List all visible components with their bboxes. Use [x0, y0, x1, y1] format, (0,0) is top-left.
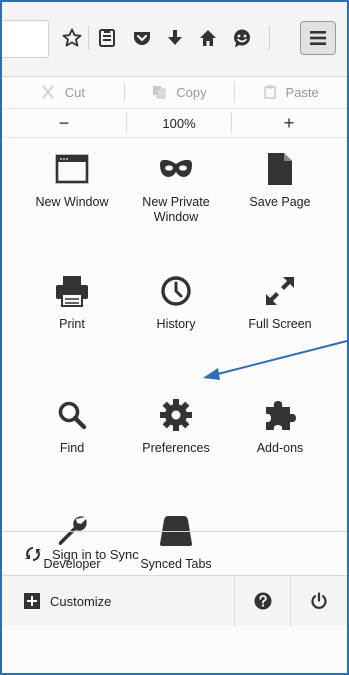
history-button[interactable]: History	[124, 269, 228, 332]
hamburger-menu-button[interactable]	[300, 21, 336, 55]
find-label: Find	[59, 441, 85, 455]
find-button[interactable]: Find	[20, 393, 124, 456]
browser-toolbar	[2, 2, 347, 77]
sync-icon	[24, 545, 42, 563]
hamburger-icon	[310, 31, 326, 45]
bookmark-star-icon[interactable]	[58, 24, 86, 52]
magnifier-icon	[58, 401, 87, 430]
puzzle-icon	[266, 401, 296, 430]
help-icon	[254, 592, 271, 610]
paste-label: Paste	[285, 84, 319, 100]
toolbar-separator	[269, 26, 270, 50]
cut-label: Cut	[64, 84, 85, 100]
new-window-button[interactable]: New Window	[20, 147, 124, 210]
plus-box-icon	[24, 593, 40, 609]
customize-footer: Customize	[2, 575, 347, 626]
sign-in-label: Sign in to Sync	[52, 546, 139, 562]
zoom-in-button[interactable]: +	[232, 109, 346, 137]
copy-icon	[153, 86, 166, 99]
fullscreen-icon	[266, 277, 294, 305]
window-icon	[55, 154, 89, 184]
pocket-icon[interactable]	[128, 24, 156, 52]
new-private-window-button[interactable]: New Private Window	[124, 147, 228, 225]
gear-icon	[160, 399, 192, 431]
new-window-label: New Window	[35, 195, 109, 209]
help-button[interactable]	[235, 576, 290, 626]
full-screen-button[interactable]: Full Screen	[228, 269, 332, 332]
save-page-button[interactable]: Save Page	[228, 147, 332, 210]
add-ons-button[interactable]: Add-ons	[228, 393, 332, 456]
clock-icon	[161, 276, 191, 306]
scissors-icon	[42, 85, 54, 99]
preferences-button[interactable]: Preferences	[124, 393, 228, 456]
toolbar-separator	[88, 26, 89, 50]
quit-button[interactable]	[291, 576, 346, 626]
downloads-icon[interactable]	[161, 24, 189, 52]
power-icon	[310, 592, 327, 609]
preferences-label: Preferences	[142, 441, 210, 455]
copy-label: Copy	[176, 84, 207, 100]
cut-button[interactable]: Cut	[2, 81, 124, 103]
mask-icon	[160, 159, 192, 177]
url-bar[interactable]	[2, 20, 49, 58]
main-menu-panel: Cut Copy Paste − 100% + New Window New P…	[2, 77, 347, 673]
zoom-reset-button[interactable]: 100%	[127, 109, 231, 137]
print-label: Print	[59, 317, 85, 331]
paste-button[interactable]: Paste	[235, 81, 347, 103]
bookmarks-list-icon[interactable]	[93, 24, 121, 52]
clipboard-icon	[263, 85, 276, 99]
print-button[interactable]: Print	[20, 269, 124, 332]
add-ons-label: Add-ons	[256, 441, 304, 455]
copy-button[interactable]: Copy	[125, 81, 235, 103]
customize-button[interactable]: Customize	[2, 576, 234, 626]
history-label: History	[156, 317, 196, 331]
save-page-label: Save Page	[249, 195, 311, 209]
full-screen-label: Full Screen	[248, 317, 312, 331]
document-icon	[268, 153, 292, 185]
hello-chat-icon[interactable]	[228, 24, 256, 52]
customize-label: Customize	[50, 593, 112, 609]
zoom-controls: − 100% +	[2, 108, 347, 138]
home-icon[interactable]	[194, 24, 222, 52]
printer-icon	[56, 276, 88, 307]
sign-in-to-sync-button[interactable]: Sign in to Sync	[2, 531, 347, 576]
zoom-out-button[interactable]: −	[2, 109, 126, 137]
edit-controls: Cut Copy Paste	[2, 77, 347, 107]
new-private-window-label: New Private Window	[142, 195, 210, 224]
